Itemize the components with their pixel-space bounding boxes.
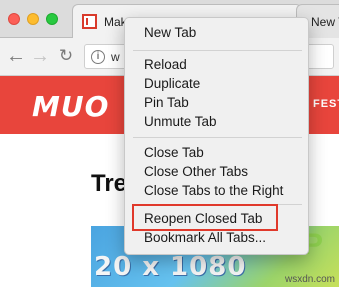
address-text: w [111,50,120,64]
menu-item-new-tab[interactable]: New Tab [125,23,308,42]
info-icon[interactable]: i [91,50,105,64]
menu-item-pin-tab[interactable]: Pin Tab [125,93,308,112]
tab-title: New T [311,15,339,29]
menu-item-close-tab[interactable]: Close Tab [125,143,308,162]
menu-item-unmute-tab[interactable]: Unmute Tab [125,112,308,131]
highlight-annotation [132,204,278,231]
menu-item-reload[interactable]: Reload [125,55,308,74]
menu-item-close-tabs-right[interactable]: Close Tabs to the Right [125,181,308,200]
article-headline[interactable]: Tre [91,170,127,198]
reload-icon[interactable]: ↻ [56,46,76,66]
arrow-left-icon[interactable]: ← [6,46,26,66]
site-logo[interactable]: MUO [32,90,109,123]
close-window-button[interactable] [8,13,20,25]
minimize-window-button[interactable] [27,13,39,25]
zoom-window-button[interactable] [46,13,58,25]
site-favicon-icon [82,14,97,29]
menu-item-close-other-tabs[interactable]: Close Other Tabs [125,162,308,181]
watermark: wsxdn.com [284,274,335,285]
browser-window: Mak New T ← → ↻ i w MUO FEST Tre 20 x 10… [0,0,339,287]
menu-separator [133,137,302,138]
nav-item[interactable]: FEST [313,98,339,110]
menu-item-duplicate[interactable]: Duplicate [125,74,308,93]
menu-separator [133,50,302,51]
arrow-right-icon[interactable]: → [30,46,50,66]
thumbnail-text: 20 x 1080 [94,252,247,282]
